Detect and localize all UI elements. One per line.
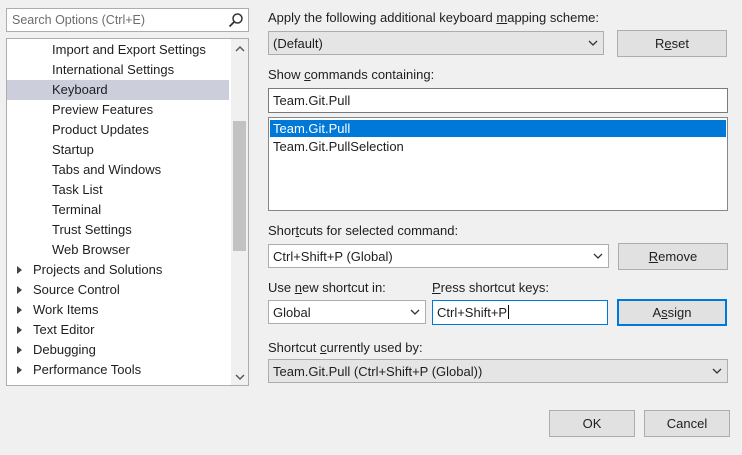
scroll-up-icon[interactable] [235,44,245,54]
currently-used-by-dropdown[interactable]: Team.Git.Pull (Ctrl+Shift+P (Global)) [268,359,728,383]
press-shortcut-keys-label: Press shortcut keys: [432,280,550,295]
tree-item[interactable]: Web Browser [7,240,229,260]
show-commands-label: Show commands containing: [268,67,435,82]
tree-item-label: Performance Tools [33,362,142,377]
shortcut-keys-input[interactable]: Ctrl+Shift+P [432,300,608,325]
shortcut-scope-dropdown[interactable]: Global [268,300,426,324]
tree-item[interactable]: Import and Export Settings [7,40,229,60]
shortcut-scope-value: Global [273,305,311,320]
chevron-down-icon [712,368,722,374]
tree-item[interactable]: Terminal [7,200,229,220]
assign-button[interactable]: Assign [617,299,727,326]
expand-arrow-icon[interactable] [17,286,22,294]
tree-item[interactable]: Projects and Solutions [7,260,229,280]
mapping-scheme-value: (Default) [273,36,323,51]
command-list-item-label: Team.Git.Pull [273,121,351,136]
scrollbar-thumb[interactable] [233,121,246,251]
command-list-item[interactable]: Team.Git.PullSelection [270,138,726,155]
tree-item[interactable]: Source Control [7,280,229,300]
mapping-scheme-dropdown[interactable]: (Default) [268,31,604,55]
currently-used-by-label: Shortcut currently used by: [268,340,423,355]
tree-scrollbar[interactable] [231,39,248,385]
tree-item[interactable]: Work Items [7,300,229,320]
use-new-shortcut-label: Use new shortcut in: [268,280,386,295]
command-list-item-label: Team.Git.PullSelection [273,139,404,154]
tree-item[interactable]: Text Editor [7,320,229,340]
tree-item-label: Startup [52,142,94,157]
tree-item-label: Terminal [52,202,102,217]
reset-button[interactable]: Reset [617,30,727,57]
tree-item-label: Text Editor [33,322,95,337]
tree-item-label: Web Browser [52,242,130,257]
chevron-down-icon [588,40,598,46]
chevron-down-icon [410,309,420,315]
tree-item[interactable]: International Settings [7,60,229,80]
tree-item[interactable]: Performance Tools [7,360,229,380]
tree-item[interactable]: Debugging [7,340,229,360]
command-filter-input[interactable]: Team.Git.Pull [268,88,728,113]
tree-item-label: International Settings [52,62,175,77]
tree-item-label: Keyboard [52,82,108,97]
tree-item[interactable]: Keyboard [7,80,229,100]
expand-arrow-icon[interactable] [17,346,22,354]
tree-item[interactable]: Startup [7,140,229,160]
text-caret [508,305,510,319]
shortcut-keys-value: Ctrl+Shift+P [437,305,508,320]
expand-arrow-icon[interactable] [17,326,22,334]
tree-item-label: Preview Features [52,102,154,117]
tree-item-label: Debugging [33,342,96,357]
tree-item-label: Trust Settings [52,222,132,237]
tree-item[interactable]: Tabs and Windows [7,160,229,180]
tree-item-label: Import and Export Settings [52,42,206,57]
tree-item-label: Task List [52,182,103,197]
shortcuts-selected-label: Shortcuts for selected command: [268,223,459,238]
scroll-down-icon[interactable] [235,372,245,382]
cancel-button[interactable]: Cancel [644,410,730,437]
tree-item[interactable]: Task List [7,180,229,200]
tree-item-label: Product Updates [52,122,149,137]
tree-item-label: Source Control [33,282,120,297]
tree-item[interactable]: Product Updates [7,120,229,140]
command-list-item[interactable]: Team.Git.Pull [270,120,726,137]
search-options-input[interactable]: Search Options (Ctrl+E) [6,8,249,32]
shortcuts-value: Ctrl+Shift+P (Global) [273,249,393,264]
expand-arrow-icon[interactable] [17,266,22,274]
search-icon[interactable] [228,12,244,28]
remove-button[interactable]: Remove [618,243,728,270]
currently-used-by-value: Team.Git.Pull (Ctrl+Shift+P (Global)) [273,364,483,379]
shortcuts-dropdown[interactable]: Ctrl+Shift+P (Global) [268,244,609,268]
tree-item-label: Projects and Solutions [33,262,163,277]
tree-item[interactable]: Preview Features [7,100,229,120]
options-tree[interactable]: Import and Export Settings International … [6,38,249,386]
tree-item-label: Tabs and Windows [52,162,162,177]
expand-arrow-icon[interactable] [17,306,22,314]
command-list[interactable]: Team.Git.Pull Team.Git.PullSelection [268,117,728,211]
tree-item-label: Work Items [33,302,99,317]
expand-arrow-icon[interactable] [17,366,22,374]
ok-button[interactable]: OK [549,410,635,437]
mapping-scheme-label: Apply the following additional keyboard … [268,10,599,25]
chevron-down-icon [593,253,603,259]
tree-item[interactable]: Trust Settings [7,220,229,240]
search-placeholder: Search Options (Ctrl+E) [12,13,146,27]
command-filter-value: Team.Git.Pull [273,93,351,108]
